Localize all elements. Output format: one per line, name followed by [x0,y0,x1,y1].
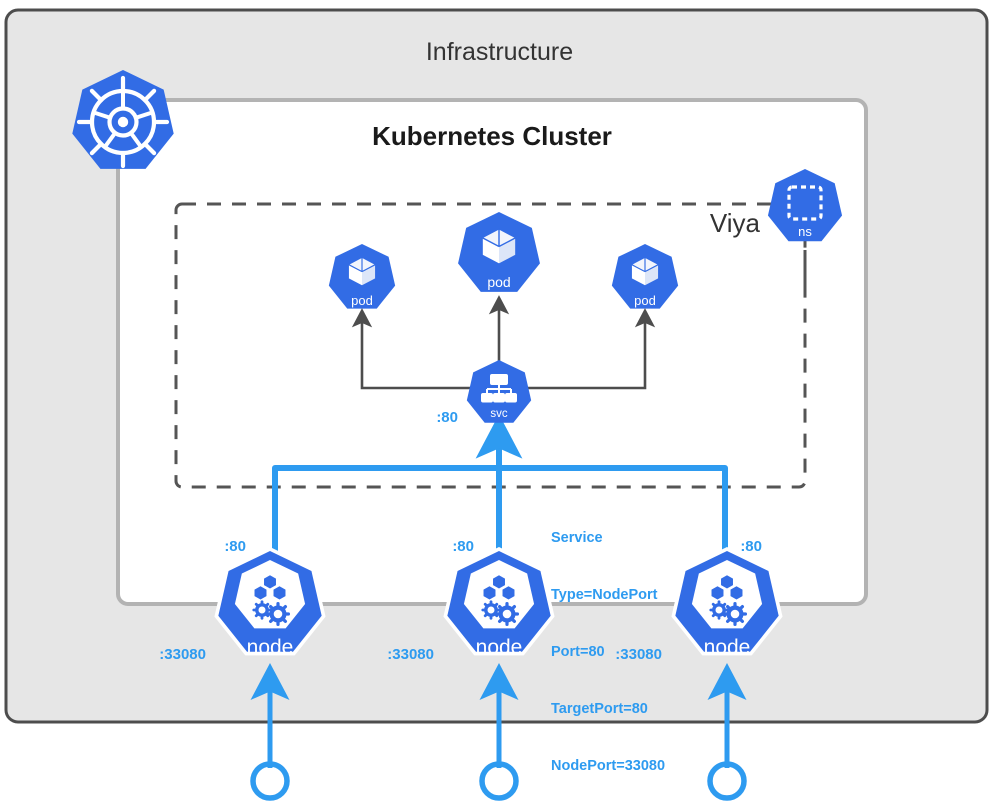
client-endpoint-circle-icon-3 [707,761,747,801]
diagram-graphics: ns pod pod pod svc node node node [4,8,989,801]
pod-icon-label-2: pod [487,274,510,290]
client-endpoints [250,761,747,801]
namespace-icon-label: ns [798,224,812,239]
client-endpoint-circle-icon-1 [250,761,290,801]
pod-icon-label-1: pod [351,293,373,308]
pod-icon-label-3: pod [634,293,656,308]
node-icon-label-1: node [247,636,294,659]
diagram-canvas: ns pod pod pod svc node node node Infras… [0,0,999,804]
client-endpoint-circle-icon-2 [479,761,519,801]
service-icon-label: svc [490,408,508,420]
kubernetes-cluster-box [116,98,868,606]
node-icon-label-2: node [476,636,523,659]
node-icon-label-3: node [704,636,751,659]
